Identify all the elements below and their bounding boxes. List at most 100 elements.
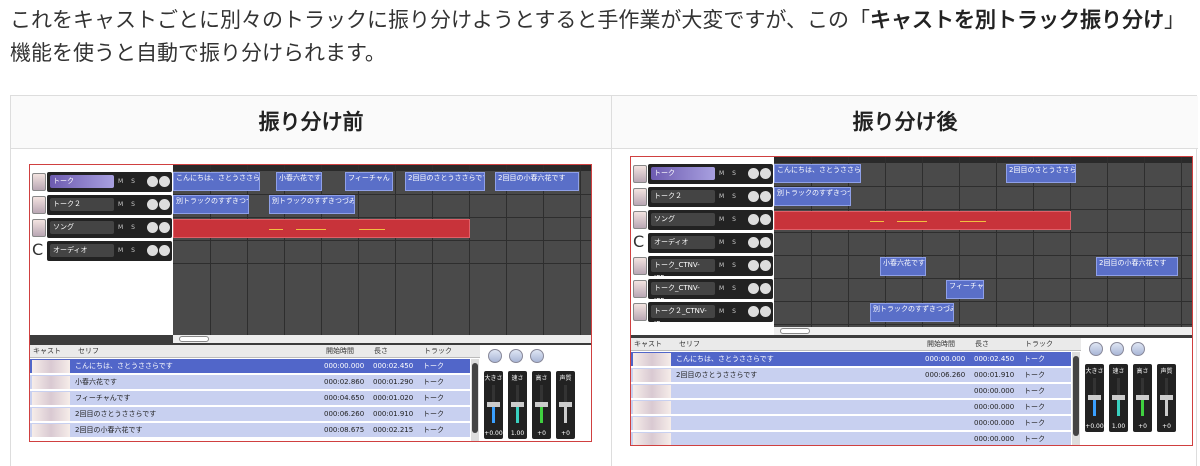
track-button-icon[interactable] — [748, 306, 759, 317]
track-button-icon[interactable] — [748, 283, 759, 294]
track-button-icon[interactable] — [760, 214, 771, 225]
track-name[interactable]: トーク_CTNV-JPF-... — [651, 259, 715, 282]
mute-solo-buttons[interactable]: M S — [719, 308, 739, 315]
track-button-icon[interactable] — [748, 237, 759, 248]
track-button-icon[interactable] — [760, 168, 771, 179]
song-clip[interactable] — [774, 211, 1071, 230]
table-row[interactable]: こんにちは、さとうささらです 000:00.000 000:02.450 トーク — [631, 352, 1071, 367]
horizontal-scrollbar[interactable] — [774, 327, 1192, 335]
voice-quality-fader[interactable]: 声質 +0 — [1157, 364, 1176, 432]
mute-solo-buttons[interactable]: M S — [719, 193, 739, 200]
track-button-icon[interactable] — [748, 168, 759, 179]
track-name[interactable]: トーク — [50, 175, 114, 188]
loop-button-icon[interactable] — [509, 349, 523, 363]
track-row[interactable]: トーク_CTNV-JPF-... M S — [631, 255, 774, 282]
track-name[interactable]: トーク_CTNV-JPF... — [651, 282, 715, 305]
table-row[interactable]: 000:00.000 トーク — [631, 400, 1071, 415]
table-row[interactable]: 2回目のさとうささらです 000:06.260 000:01.910 トーク — [30, 407, 470, 422]
mute-solo-buttons[interactable]: M S — [719, 216, 739, 223]
speed-fader[interactable]: 速さ 1.00 — [1109, 364, 1128, 432]
volume-fader[interactable]: 大きさ +0.00 — [1085, 364, 1104, 432]
track-row[interactable]: オーディオ M S — [30, 240, 173, 262]
table-row[interactable]: 000:00.000 トーク — [631, 384, 1071, 399]
track-button-icon[interactable] — [760, 191, 771, 202]
voice-clip[interactable]: フィーチャん — [946, 280, 984, 299]
track-name[interactable]: ソング — [50, 221, 114, 234]
voice-clip[interactable]: こんにちは、さとうささらです — [774, 164, 861, 183]
table-row[interactable]: フィーチャんです 000:04.650 000:01.020 トーク — [30, 391, 470, 406]
speaker-button-icon[interactable] — [530, 349, 544, 363]
voice-quality-fader[interactable]: 声質 +0 — [556, 371, 575, 439]
mute-solo-buttons[interactable]: M S — [118, 224, 138, 231]
table-row[interactable]: 2回目のさとうささらです 000:06.260 000:01.910 トーク — [631, 368, 1071, 383]
track-name[interactable]: トーク２ — [50, 198, 114, 211]
track-button-icon[interactable] — [147, 245, 158, 256]
timeline-ruler[interactable] — [173, 165, 591, 171]
voice-clip[interactable]: こんにちは、さとうささらです — [173, 172, 260, 191]
voice-clip[interactable]: 2回目のさとうささらです — [405, 172, 485, 191]
track-name[interactable]: トーク２_CTNV-JP-... — [651, 305, 715, 328]
pitch-fader[interactable]: 高さ +0 — [532, 371, 551, 439]
track-name[interactable]: オーディオ — [50, 244, 114, 257]
speaker-button-icon[interactable] — [1131, 342, 1145, 356]
track-button-icon[interactable] — [748, 260, 759, 271]
table-scrollbar[interactable] — [471, 359, 479, 441]
timeline-grid[interactable]: こんにちは、さとうささらです 2回目のさとうささらです 別トラックのすずきつづみ… — [774, 157, 1192, 327]
mute-solo-buttons[interactable]: M S — [719, 239, 739, 246]
mute-solo-buttons[interactable]: M S — [719, 170, 739, 177]
mute-solo-buttons[interactable]: M S — [118, 178, 138, 185]
track-button-icon[interactable] — [159, 199, 170, 210]
voice-clip[interactable]: 別トラックのすずきつづみよ — [870, 303, 954, 322]
track-button-icon[interactable] — [760, 237, 771, 248]
track-name[interactable]: ソング — [651, 213, 715, 226]
track-name[interactable]: トーク２ — [651, 190, 715, 203]
horizontal-scrollbar[interactable] — [173, 335, 591, 343]
track-row[interactable]: トーク M S — [30, 171, 173, 193]
table-row[interactable]: 000:00.000 トーク — [631, 416, 1071, 431]
track-button-icon[interactable] — [760, 260, 771, 271]
voice-clip[interactable]: 小春六花です — [276, 172, 322, 191]
track-button-icon[interactable] — [147, 222, 158, 233]
song-clip[interactable] — [173, 219, 470, 238]
track-button-icon[interactable] — [159, 222, 170, 233]
track-button-icon[interactable] — [748, 191, 759, 202]
timeline-grid[interactable]: こんにちは、さとうささらです 小春六花です フィーチャん 2回目のさとうささらで… — [173, 165, 591, 335]
track-row[interactable]: トーク２ M S — [30, 194, 173, 216]
track-row[interactable]: オーディオ M S — [631, 232, 774, 254]
track-name[interactable]: オーディオ — [651, 236, 715, 249]
track-row[interactable]: トーク２_CTNV-JP-... M S — [631, 301, 774, 328]
track-button-icon[interactable] — [760, 283, 771, 294]
mute-solo-buttons[interactable]: M S — [118, 247, 138, 254]
track-button-icon[interactable] — [748, 214, 759, 225]
timeline-ruler[interactable] — [774, 157, 1192, 163]
track-button-icon[interactable] — [159, 245, 170, 256]
track-name[interactable]: トーク — [651, 167, 715, 180]
volume-fader[interactable]: 大きさ +0.00 — [484, 371, 503, 439]
table-row[interactable]: こんにちは、さとうささらです 000:00.000 000:02.450 トーク — [30, 359, 470, 374]
track-button-icon[interactable] — [760, 306, 771, 317]
voice-clip[interactable]: 小春六花です — [880, 257, 926, 276]
loop-button-icon[interactable] — [1110, 342, 1124, 356]
voice-clip[interactable]: 2回目の小春六花です — [495, 172, 579, 191]
track-row[interactable]: ソング M S — [30, 217, 173, 239]
track-button-icon[interactable] — [147, 199, 158, 210]
mute-solo-buttons[interactable]: M S — [719, 262, 739, 269]
mute-solo-buttons[interactable]: M S — [719, 285, 739, 292]
track-row[interactable]: トーク M S — [631, 163, 774, 185]
voice-clip[interactable]: 2回目の小春六花です — [1096, 257, 1178, 276]
table-row[interactable]: 小春六花です 000:02.860 000:01.290 トーク — [30, 375, 470, 390]
track-row[interactable]: トーク_CTNV-JPF... M S — [631, 278, 774, 305]
track-button-icon[interactable] — [147, 176, 158, 187]
mute-solo-buttons[interactable]: M S — [118, 201, 138, 208]
pitch-fader[interactable]: 高さ +0 — [1133, 364, 1152, 432]
play-button-icon[interactable] — [1089, 342, 1103, 356]
play-button-icon[interactable] — [488, 349, 502, 363]
voice-clip[interactable]: フィーチャん — [345, 172, 393, 191]
voice-clip[interactable]: 別トラックのすずきつづみです — [173, 195, 249, 214]
table-row[interactable]: 000:00.000 トーク — [631, 432, 1071, 445]
speed-fader[interactable]: 速さ 1.00 — [508, 371, 527, 439]
table-row[interactable]: 2回目の小春六花です 000:08.675 000:02.215 トーク — [30, 423, 470, 438]
track-row[interactable]: ソング M S — [631, 209, 774, 231]
track-button-icon[interactable] — [159, 176, 170, 187]
table-scrollbar[interactable] — [1072, 352, 1080, 445]
